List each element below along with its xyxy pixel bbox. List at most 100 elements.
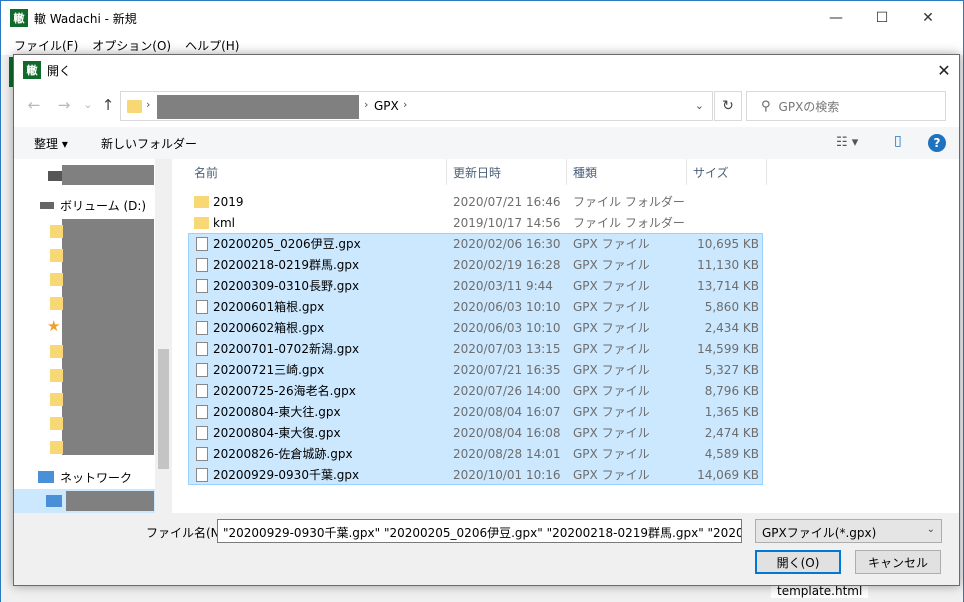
column-size[interactable]: サイズ [687, 159, 767, 185]
back-arrow-icon[interactable]: ← [24, 96, 44, 114]
file-row[interactable]: 20200601箱根.gpx 2020/06/03 10:10 GPX ファイル 5,… [188, 296, 763, 317]
menu-bar: ファイル(F) オプション(O) ヘルプ(H) [1, 35, 963, 55]
drive-icon [48, 171, 62, 181]
file-type: GPX ファイル [573, 426, 650, 440]
file-date: 2020/10/01 10:16 [453, 467, 561, 482]
filetype-select[interactable]: GPXファイル(*.gpx) ⌄ [755, 519, 942, 543]
file-name: 20200929-0930千葉.gpx [213, 468, 360, 482]
file-row[interactable]: 20200725-26海老名.gpx 2020/07/26 14:00 GPX ファ… [188, 380, 763, 401]
file-row[interactable]: 20200205_0206伊豆.gpx 2020/02/06 16:30 GPX フ… [188, 233, 763, 254]
menu-options[interactable]: オプション(O) [92, 37, 171, 54]
file-icon [196, 257, 208, 272]
redacted-path [157, 95, 359, 119]
dialog-app-icon: 轍 [23, 61, 41, 79]
file-size: 2,434 KB [704, 320, 759, 335]
chevron-right-icon[interactable]: › [146, 98, 150, 111]
folder-icon [127, 100, 142, 113]
dialog-footer: ファイル名(N): "20200929-0930千葉.gpx" "2020020… [14, 513, 959, 585]
main-title-bar: 轍 轍 Wadachi - 新規 — ☐ ✕ [1, 1, 963, 35]
cancel-button[interactable]: キャンセル [855, 550, 941, 574]
search-box[interactable]: ⚲ GPXの検索 [746, 91, 946, 121]
dialog-close-icon[interactable]: ✕ [929, 55, 959, 85]
file-row[interactable]: 20200218-0219群馬.gpx 2020/02/19 16:28 GPX フ… [188, 254, 763, 275]
menu-file[interactable]: ファイル(F) [14, 37, 78, 54]
chevron-right-icon[interactable]: › [364, 98, 368, 111]
redacted-label [66, 491, 154, 511]
close-button[interactable]: ✕ [905, 1, 951, 35]
redacted-folder-list [62, 219, 154, 455]
chevron-right-icon[interactable]: › [403, 98, 407, 111]
file-name: kml [213, 215, 235, 230]
file-date: 2020/08/28 14:01 [453, 446, 561, 461]
recent-locations-icon[interactable]: ⌄ [78, 98, 98, 111]
file-date: 2020/02/06 16:30 [453, 236, 561, 251]
column-size-label: サイズ [693, 165, 729, 180]
file-row[interactable]: 20200804-東大往.gpx 2020/08/04 16:07 GPX ファイル… [188, 401, 763, 422]
breadcrumb-gpx[interactable]: GPX [374, 99, 399, 113]
column-name-label: 名前 [194, 165, 219, 180]
file-name: 20200725-26海老名.gpx [213, 384, 356, 398]
preview-pane-icon[interactable]: ▯ [894, 133, 902, 149]
file-row[interactable]: 20200309-0310長野.gpx 2020/03/11 9:44 GPX ファ… [188, 275, 763, 296]
file-type: GPX ファイル [573, 279, 650, 293]
file-date: 2020/07/26 14:00 [453, 383, 561, 398]
filename-input[interactable]: "20200929-0930千葉.gpx" "20200205_0206伊豆.g… [217, 519, 742, 543]
file-date: 2020/07/21 16:35 [453, 362, 561, 377]
file-type: GPX ファイル [573, 321, 650, 335]
file-row[interactable]: 20200701-0702新潟.gpx 2020/07/03 13:15 GPX フ… [188, 338, 763, 359]
file-icon [196, 404, 208, 419]
folder-row[interactable]: kml 2019/10/17 14:56 ファイル フォルダー [188, 212, 763, 233]
file-icon [196, 320, 208, 335]
navigation-pane: ボリューム (D:) ★ ネットワーク [14, 159, 172, 513]
folder-icon [50, 369, 63, 382]
file-icon [196, 383, 208, 398]
file-size: 5,327 KB [704, 362, 759, 377]
file-row[interactable]: 20200721三崎.gpx 2020/07/21 16:35 GPX ファイル 5,… [188, 359, 763, 380]
bottom-tab-template[interactable]: template.html [771, 584, 869, 598]
file-date: 2020/07/21 16:46 [453, 194, 561, 209]
nav-item-drive[interactable] [14, 163, 172, 187]
folder-icon [50, 273, 63, 286]
maximize-button[interactable]: ☐ [859, 1, 905, 35]
file-row[interactable]: 20200826-佐倉城跡.gpx 2020/08/28 14:01 GPX ファイ… [188, 443, 763, 464]
file-row[interactable]: 20200804-東大復.gpx 2020/08/04 16:08 GPX ファイル… [188, 422, 763, 443]
column-date[interactable]: 更新日時 [447, 159, 567, 185]
file-name: 20200804-東大往.gpx [213, 405, 341, 419]
search-icon: ⚲ [761, 98, 771, 114]
folder-icon [50, 225, 63, 238]
minimize-button[interactable]: — [813, 1, 859, 35]
file-row[interactable]: 20200602箱根.gpx 2020/06/03 10:10 GPX ファイル 2,… [188, 317, 763, 338]
nav-scrollbar-thumb[interactable] [158, 349, 169, 469]
folder-icon [194, 216, 209, 229]
file-icon [196, 299, 208, 314]
file-list: 名前 更新日時 種類 サイズ 2019 2020/07/21 16:46 ファイル … [172, 159, 959, 513]
help-icon[interactable]: ? [928, 134, 946, 152]
file-icon [196, 425, 208, 440]
folder-icon [50, 393, 63, 406]
refresh-icon[interactable]: ↻ [714, 91, 742, 121]
address-dropdown-icon[interactable]: ⌄ [695, 99, 704, 112]
organize-button[interactable]: 整理 ▾ [34, 135, 68, 152]
new-folder-button[interactable]: 新しいフォルダー [101, 135, 197, 152]
file-icon [196, 446, 208, 461]
view-options-icon[interactable]: ☷ ▾ [836, 135, 858, 150]
menu-help[interactable]: ヘルプ(H) [185, 37, 239, 54]
file-row[interactable]: 20200929-0930千葉.gpx 2020/10/01 10:16 GPX フ… [188, 464, 763, 485]
up-arrow-icon[interactable]: ↑ [98, 96, 118, 114]
address-bar[interactable]: › › GPX › ⌄ [120, 91, 713, 121]
nav-item-computer[interactable] [14, 489, 155, 513]
file-name: 20200826-佐倉城跡.gpx [213, 447, 353, 461]
open-file-dialog: 轍 開く ✕ ← → ⌄ ↑ › › GPX › ⌄ ↻ ⚲ GPXの検索 整理… [13, 54, 960, 586]
file-type: GPX ファイル [573, 384, 650, 398]
nav-item-volume[interactable]: ボリューム (D:) [14, 193, 172, 217]
folder-row[interactable]: 2019 2020/07/21 16:46 ファイル フォルダー [188, 191, 763, 212]
nav-item-network[interactable]: ネットワーク [14, 465, 172, 489]
column-name[interactable]: 名前 [188, 159, 447, 185]
open-button[interactable]: 開く(O) [755, 550, 841, 574]
file-icon [196, 341, 208, 356]
chevron-down-icon: ⌄ [926, 524, 935, 535]
column-type[interactable]: 種類 [567, 159, 687, 185]
forward-arrow-icon[interactable]: → [54, 96, 74, 114]
folder-icon [50, 417, 63, 430]
volume-label: ボリューム (D:) [60, 198, 147, 213]
